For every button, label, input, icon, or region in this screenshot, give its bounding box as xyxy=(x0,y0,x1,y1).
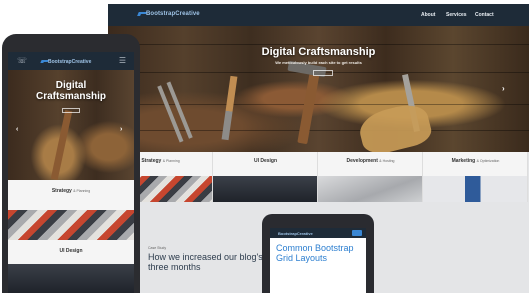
phone-hero-title-line2: Craftsmanship xyxy=(35,91,106,102)
card-image xyxy=(213,176,317,202)
card-title: UI Design xyxy=(59,248,83,254)
phone-screen: ☏ BootstrapCreative ☰ Digital Craftsmans… xyxy=(8,52,134,293)
hammer-handle-image xyxy=(297,65,321,145)
service-cards: Strategy & Planning UI Design Developmen… xyxy=(108,152,529,202)
card-subtitle: & Planning xyxy=(162,159,180,163)
nav-link-about[interactable]: About xyxy=(421,12,435,18)
card-image xyxy=(423,176,527,202)
card-image xyxy=(8,210,134,240)
hamburger-menu-icon[interactable]: ☰ xyxy=(119,56,126,65)
card-marketing[interactable]: Marketing & Optimization xyxy=(423,152,528,202)
card-title: Marketing xyxy=(451,158,476,164)
card-image xyxy=(8,264,134,293)
glove-image xyxy=(355,100,435,152)
card-image xyxy=(318,176,422,202)
pliers-image xyxy=(157,81,193,143)
card-ui-design[interactable]: UI Design xyxy=(213,152,318,202)
phone-brand[interactable]: BootstrapCreative xyxy=(48,59,91,65)
card-title: Development xyxy=(346,158,378,164)
phone-mockup: ☏ BootstrapCreative ☰ Digital Craftsmans… xyxy=(2,34,140,293)
card-title: Strategy xyxy=(51,188,72,194)
phone-carousel-prev-icon[interactable]: ‹ xyxy=(16,126,18,133)
hero-subtitle: We meticulously build each site to get r… xyxy=(275,60,362,65)
phone-hero-title-line1: Digital xyxy=(55,80,87,91)
card-title: Strategy xyxy=(141,158,162,164)
inner-phone-heading[interactable]: Common Bootstrap Grid Layouts xyxy=(276,243,362,263)
phone-icon[interactable]: ☏ xyxy=(17,56,27,65)
case-study-label: Case Study xyxy=(148,246,167,250)
card-subtitle: & Planning xyxy=(73,189,91,193)
inner-phone-screen: BootstrapCreative Common Bootstrap Grid … xyxy=(270,228,366,293)
phone-card-ui-design[interactable]: UI Design xyxy=(8,240,134,293)
card-development[interactable]: Development & Hosting xyxy=(318,152,423,202)
carousel-next-icon[interactable]: › xyxy=(502,84,505,93)
phone-hero: Digital Craftsmanship ‹ › xyxy=(8,70,134,180)
card-title: UI Design xyxy=(253,158,278,164)
hero-title: Digital Craftsmanship xyxy=(261,46,376,58)
phone-card-strategy[interactable]: Strategy & Planning xyxy=(8,180,134,240)
inner-phone-navbar: BootstrapCreative xyxy=(270,228,366,238)
hammer-image xyxy=(50,110,73,180)
desktop-navbar: BootstrapCreative About Services Contact xyxy=(108,4,529,26)
desktop-hero: Digital Craftsmanship We meticulously bu… xyxy=(108,26,529,152)
phone-carousel-next-icon[interactable]: › xyxy=(120,126,122,133)
inner-phone-mockup: BootstrapCreative Common Bootstrap Grid … xyxy=(262,214,374,293)
hero-cta-button[interactable] xyxy=(313,70,333,76)
nav-link-contact[interactable]: Contact xyxy=(475,12,494,18)
desktop-brand[interactable]: BootstrapCreative xyxy=(146,11,200,17)
phone-hero-cta-button[interactable] xyxy=(62,108,80,113)
inner-phone-menu-button[interactable] xyxy=(352,230,362,236)
inner-phone-brand[interactable]: BootstrapCreative xyxy=(278,231,313,236)
nav-link-services[interactable]: Services xyxy=(446,12,467,18)
responsive-mockup: BootstrapCreative About Services Contact… xyxy=(0,0,529,293)
card-subtitle: & Hosting xyxy=(379,159,395,163)
card-subtitle: & Optimization xyxy=(476,159,500,163)
phone-navbar: ☏ BootstrapCreative ☰ xyxy=(8,52,134,70)
